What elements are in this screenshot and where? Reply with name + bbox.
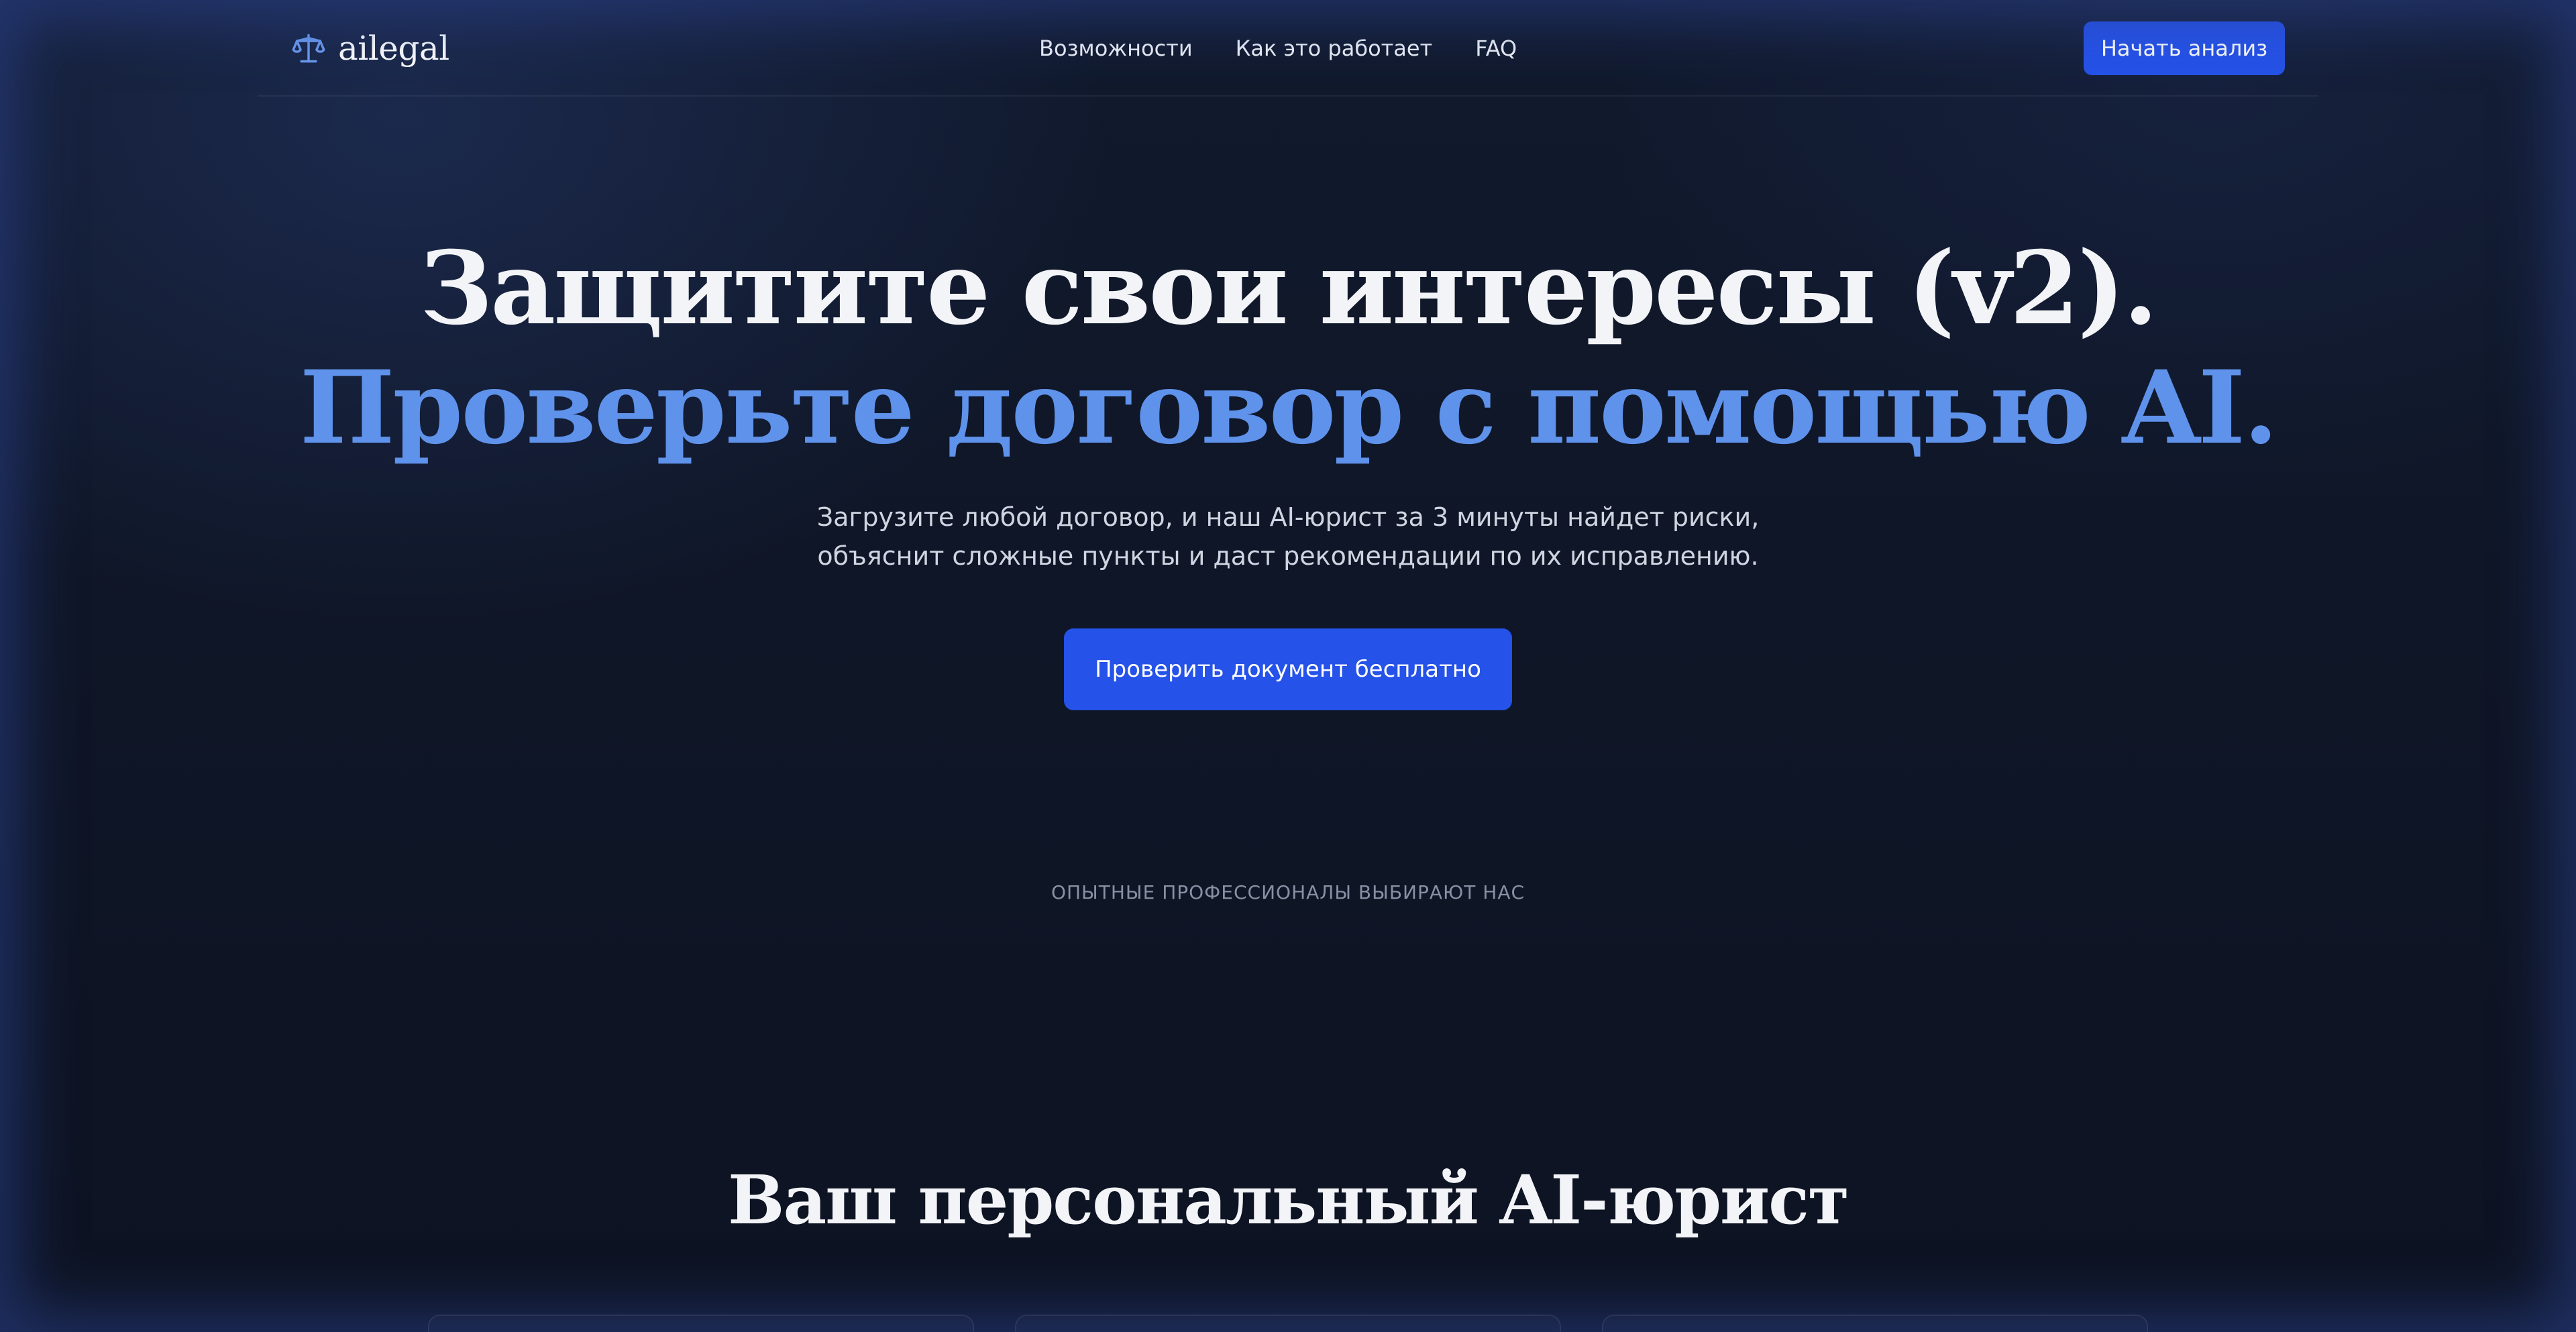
nav-link-features[interactable]: Возможности xyxy=(1039,36,1193,61)
scales-icon xyxy=(292,34,325,63)
nav-link-faq[interactable]: FAQ xyxy=(1475,36,1517,61)
nav-link-how-it-works[interactable]: Как это работает xyxy=(1236,36,1433,61)
landing-page: ailegal Возможности Как это работает FAQ… xyxy=(0,0,2576,1332)
trust-label: ОПЫТНЫЕ ПРОФЕССИОНАЛЫ ВЫБИРАЮТ НАС xyxy=(1051,881,1525,903)
hero-title-highlight: Проверьте договор с помощью AI. xyxy=(299,349,2279,467)
feature-card xyxy=(1602,1315,2148,1332)
feature-card xyxy=(428,1315,974,1332)
logo-text: ailegal xyxy=(338,29,449,68)
features-section-title: Ваш персональный AI-юрист xyxy=(727,1160,1849,1239)
feature-card xyxy=(1015,1315,1561,1332)
start-analysis-button[interactable]: Начать анализ xyxy=(2084,21,2285,75)
site-header: ailegal Возможности Как это работает FAQ… xyxy=(258,0,2318,97)
hero-subtitle: Загрузите любой договор, и наш AI-юрист … xyxy=(816,502,1760,571)
hero-title: Защитите свои интересы (v2). xyxy=(419,229,2158,347)
main-nav: Возможности Как это работает FAQ xyxy=(1039,32,1517,64)
logo[interactable]: ailegal xyxy=(291,29,449,68)
check-document-button[interactable]: Проверить документ бесплатно xyxy=(1064,628,1512,710)
